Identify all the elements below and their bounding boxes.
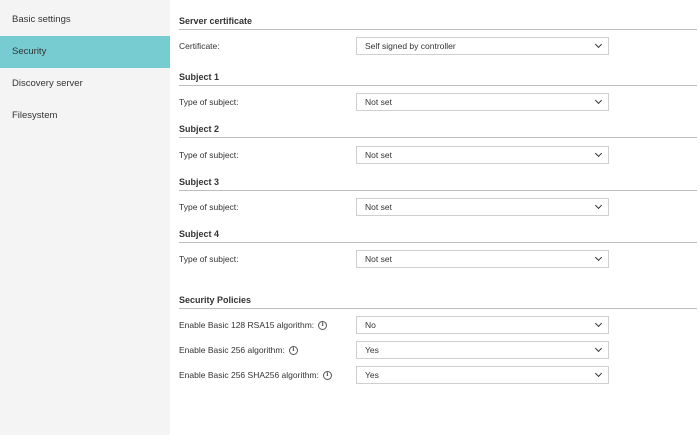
certificate-select-value: Self signed by controller xyxy=(365,41,456,51)
subject-1-type-label: Type of subject: xyxy=(179,97,239,107)
sidebar-item-filesystem[interactable]: Filesystem xyxy=(0,100,170,132)
certificate-label: Certificate: xyxy=(179,41,220,51)
subject-1-type-value: Not set xyxy=(365,97,392,107)
info-icon[interactable]: i xyxy=(322,370,332,380)
policy-basic128-rsa15-select[interactable]: No xyxy=(356,316,609,334)
app-window: Basic settings Security Discovery server… xyxy=(0,0,700,440)
policy-basic256-sha256-label: Enable Basic 256 SHA256 algorithm: i xyxy=(179,366,332,384)
section-title-subject-4: Subject 4 xyxy=(179,229,697,243)
subject-4-type-value: Not set xyxy=(365,254,392,264)
chevron-down-icon xyxy=(594,319,603,328)
subject-2-type-select[interactable]: Not set xyxy=(356,146,609,164)
subject-3-type-select[interactable]: Not set xyxy=(356,198,609,216)
policy-basic256-select[interactable]: Yes xyxy=(356,341,609,359)
section-title-subject-3: Subject 3 xyxy=(179,177,697,191)
policy-basic256-sha256-value: Yes xyxy=(365,370,379,380)
chevron-down-icon xyxy=(594,253,603,262)
settings-panel: Server certificate Certificate: Self sig… xyxy=(170,0,700,440)
chevron-down-icon xyxy=(594,344,603,353)
subject-2-type-value: Not set xyxy=(365,150,392,160)
policy-basic128-rsa15-value: No xyxy=(365,320,376,330)
subject-4-type-label: Type of subject: xyxy=(179,254,239,264)
policy-basic256-value: Yes xyxy=(365,345,379,355)
policy-basic256-sha256-label-text: Enable Basic 256 SHA256 algorithm: xyxy=(179,370,319,380)
policy-basic256-label-text: Enable Basic 256 algorithm: xyxy=(179,345,285,355)
subject-3-type-label: Type of subject: xyxy=(179,202,239,212)
policy-basic256-label: Enable Basic 256 algorithm: i xyxy=(179,341,298,359)
section-title-security-policies: Security Policies xyxy=(179,295,697,309)
policy-basic128-rsa15-label: Enable Basic 128 RSA15 algorithm: i xyxy=(179,316,328,334)
chevron-down-icon xyxy=(594,96,603,105)
chevron-down-icon xyxy=(594,201,603,210)
subject-1-type-select[interactable]: Not set xyxy=(356,93,609,111)
chevron-down-icon xyxy=(594,369,603,378)
chevron-down-icon xyxy=(594,149,603,158)
policy-basic256-sha256-select[interactable]: Yes xyxy=(356,366,609,384)
sidebar-item-basic-settings[interactable]: Basic settings xyxy=(0,4,170,36)
section-title-server-certificate: Server certificate xyxy=(179,16,697,30)
subject-4-type-select[interactable]: Not set xyxy=(356,250,609,268)
sidebar-item-security[interactable]: Security xyxy=(0,36,170,68)
sidebar: Basic settings Security Discovery server… xyxy=(0,0,170,435)
section-title-subject-2: Subject 2 xyxy=(179,124,697,138)
section-title-subject-1: Subject 1 xyxy=(179,72,697,86)
sidebar-item-discovery-server[interactable]: Discovery server xyxy=(0,68,170,100)
policy-basic128-rsa15-label-text: Enable Basic 128 RSA15 algorithm: xyxy=(179,320,315,330)
subject-2-type-label: Type of subject: xyxy=(179,150,239,160)
chevron-down-icon xyxy=(594,40,603,49)
info-icon[interactable]: i xyxy=(288,345,298,355)
certificate-select[interactable]: Self signed by controller xyxy=(356,37,609,55)
subject-3-type-value: Not set xyxy=(365,202,392,212)
info-icon[interactable]: i xyxy=(318,320,328,330)
